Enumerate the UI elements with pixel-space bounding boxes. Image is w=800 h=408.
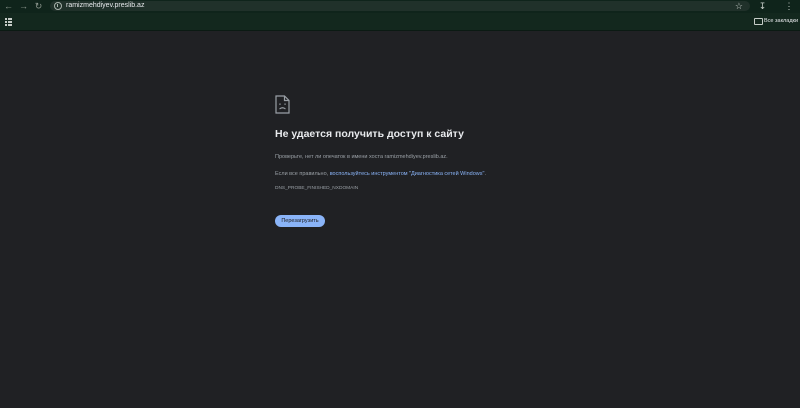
all-bookmarks-label: Все закладки (764, 18, 799, 24)
error-hint-diagnostics: Если все правильно, воспользуйтесь инстр… (275, 171, 486, 177)
download-icon[interactable]: ↧ (757, 0, 768, 13)
site-info-icon[interactable] (54, 2, 62, 10)
diagnostics-suffix: . (484, 171, 486, 177)
bookmarks-bar: Все закладки (0, 13, 800, 31)
forward-arrow-icon[interactable]: → (18, 0, 29, 13)
network-diagnostics-link[interactable]: воспользуйтесь инструментом "Диагностика… (330, 171, 485, 177)
bookmark-star-icon[interactable]: ☆ (735, 1, 743, 11)
folder-icon (754, 18, 763, 25)
apps-grid-icon[interactable] (5, 18, 12, 26)
reload-button[interactable]: Перезагрузить (275, 215, 325, 227)
error-hint-typo: Проверьте, нет ли опечаток в имени хоста… (275, 154, 448, 160)
reload-icon[interactable]: ↻ (33, 0, 44, 13)
sad-file-icon (275, 95, 290, 114)
back-arrow-icon[interactable]: ← (3, 0, 14, 13)
browser-toolbar: ← → ↻ ramizmehdiyev.preslib.az ☆ ↧ ⋮ (0, 0, 800, 13)
diagnostics-prefix: Если все правильно, (275, 171, 330, 177)
error-code: DNS_PROBE_FINISHED_NXDOMAIN (275, 186, 359, 191)
more-vert-icon[interactable]: ⋮ (784, 0, 794, 13)
error-heading: Не удается получить доступ к сайту (275, 128, 464, 140)
address-bar[interactable]: ramizmehdiyev.preslib.az ☆ (50, 1, 750, 11)
url-text[interactable]: ramizmehdiyev.preslib.az (66, 1, 144, 11)
